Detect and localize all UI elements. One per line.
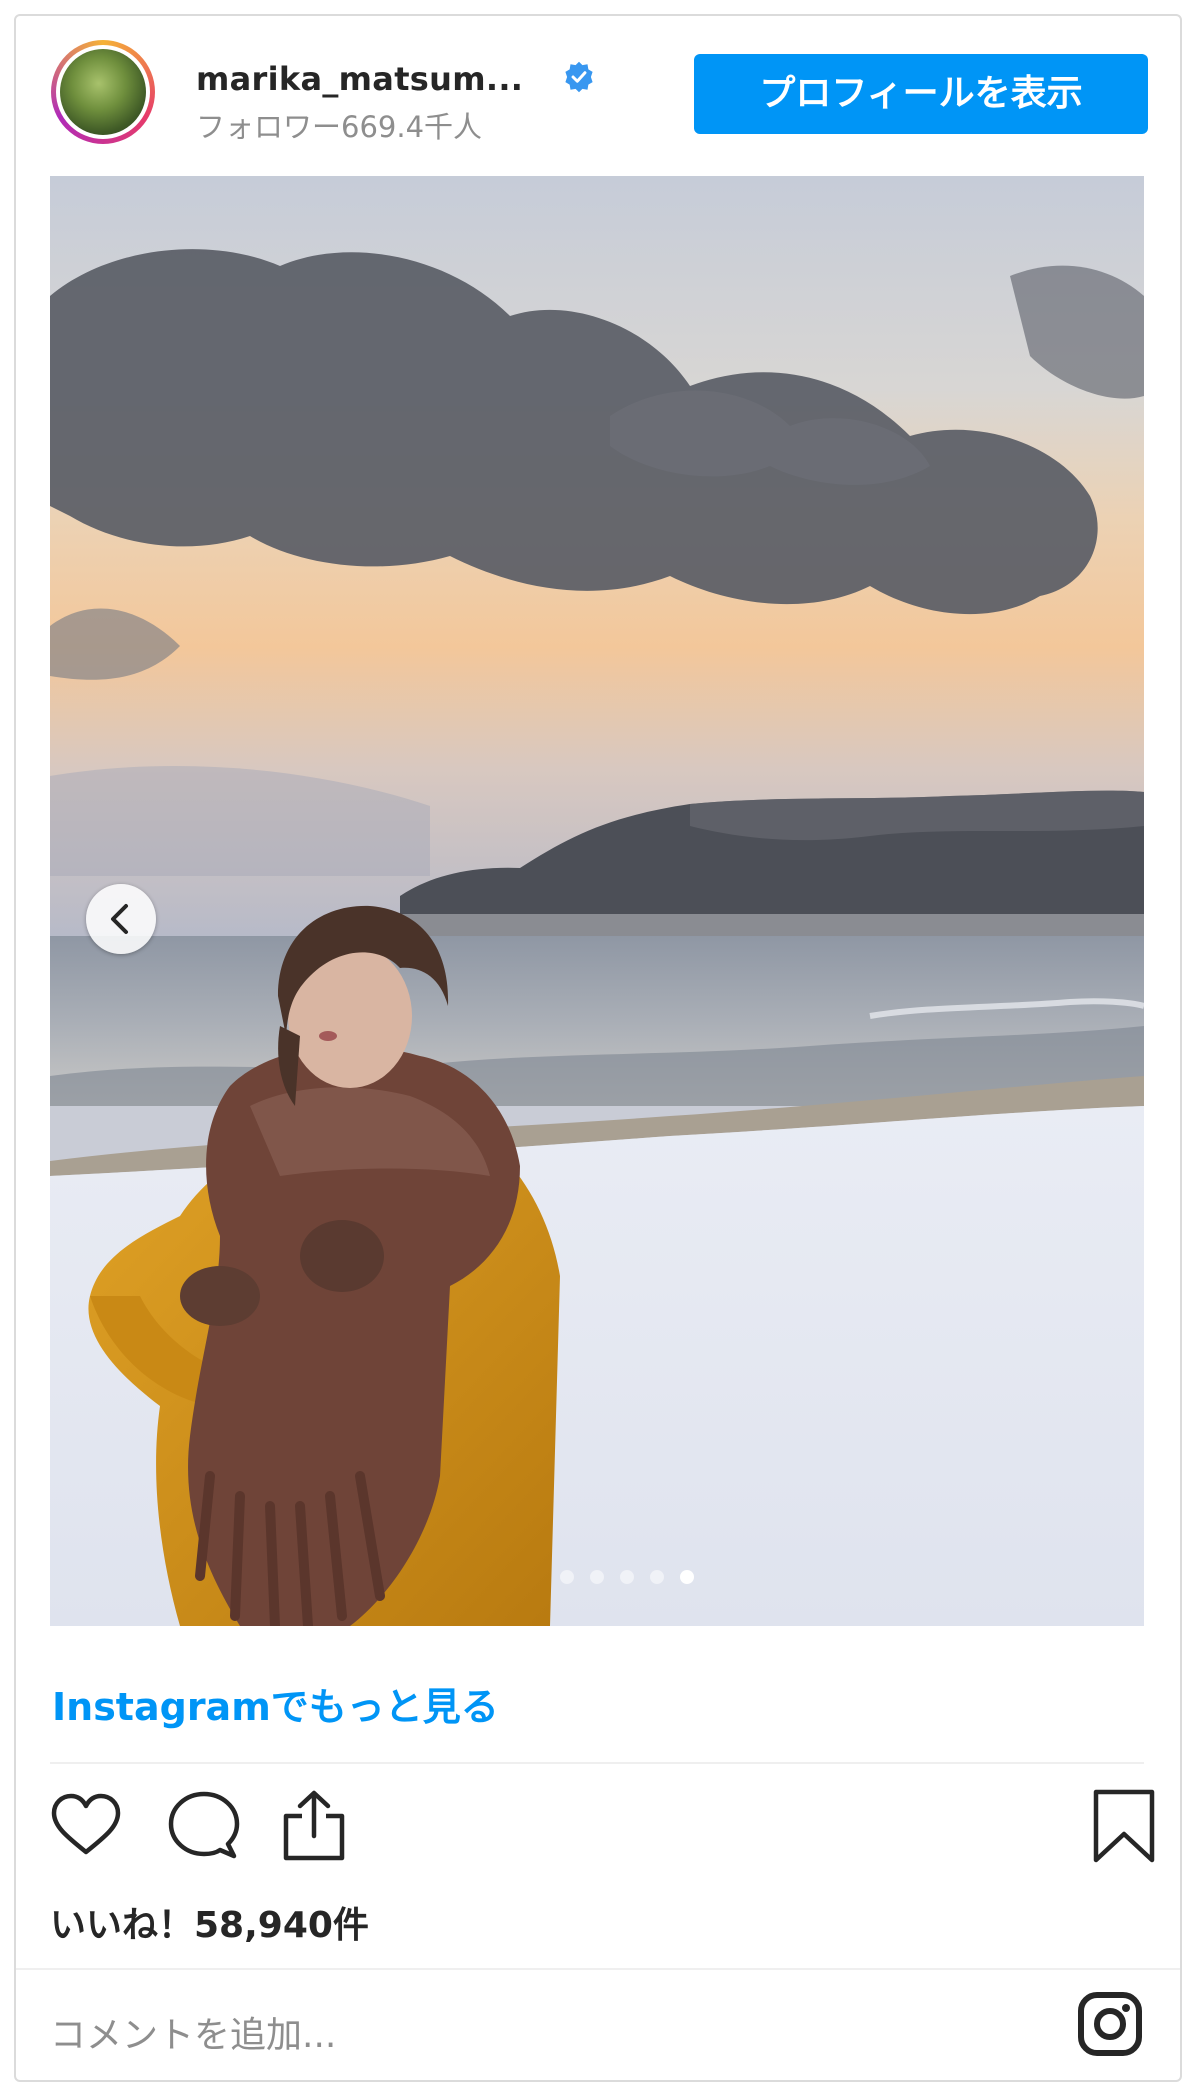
previous-photo-button[interactable] <box>86 884 156 954</box>
add-comment-field[interactable]: コメントを追加... <box>50 2006 336 2058</box>
verified-badge-icon <box>565 61 593 93</box>
carousel-dot <box>560 1570 574 1584</box>
comment-bubble-icon[interactable] <box>164 1786 244 1866</box>
carousel-dot <box>590 1570 604 1584</box>
bookmark-icon[interactable] <box>1084 1786 1164 1866</box>
divider <box>16 1968 1180 1970</box>
carousel-dot <box>620 1570 634 1584</box>
carousel-dot <box>650 1570 664 1584</box>
post-photo[interactable] <box>50 176 1144 1626</box>
action-bar <box>16 1786 1180 1876</box>
avatar-image <box>60 49 146 135</box>
avatar[interactable] <box>51 40 155 144</box>
view-more-on-instagram-link[interactable]: Instagramでもっと見る <box>52 1676 499 1731</box>
username-link[interactable]: marika_matsum... <box>196 60 523 98</box>
instagram-logo-icon[interactable] <box>1076 1990 1144 2058</box>
chevron-left-icon <box>111 904 128 934</box>
heart-icon[interactable] <box>46 1786 126 1866</box>
share-upload-icon[interactable] <box>274 1786 354 1866</box>
follower-count: フォロワー669.4千人 <box>196 110 483 144</box>
like-count[interactable]: いいね！58,940件 <box>50 1896 369 1948</box>
instagram-embed-card: marika_matsum... フォロワー669.4千人 プロフィールを表示 <box>14 14 1182 2082</box>
divider <box>50 1762 1144 1764</box>
carousel-dot <box>680 1570 694 1584</box>
carousel-indicator <box>50 1570 1144 1584</box>
beach-sunset-photo <box>50 176 1144 1626</box>
view-profile-button[interactable]: プロフィールを表示 <box>694 54 1148 134</box>
